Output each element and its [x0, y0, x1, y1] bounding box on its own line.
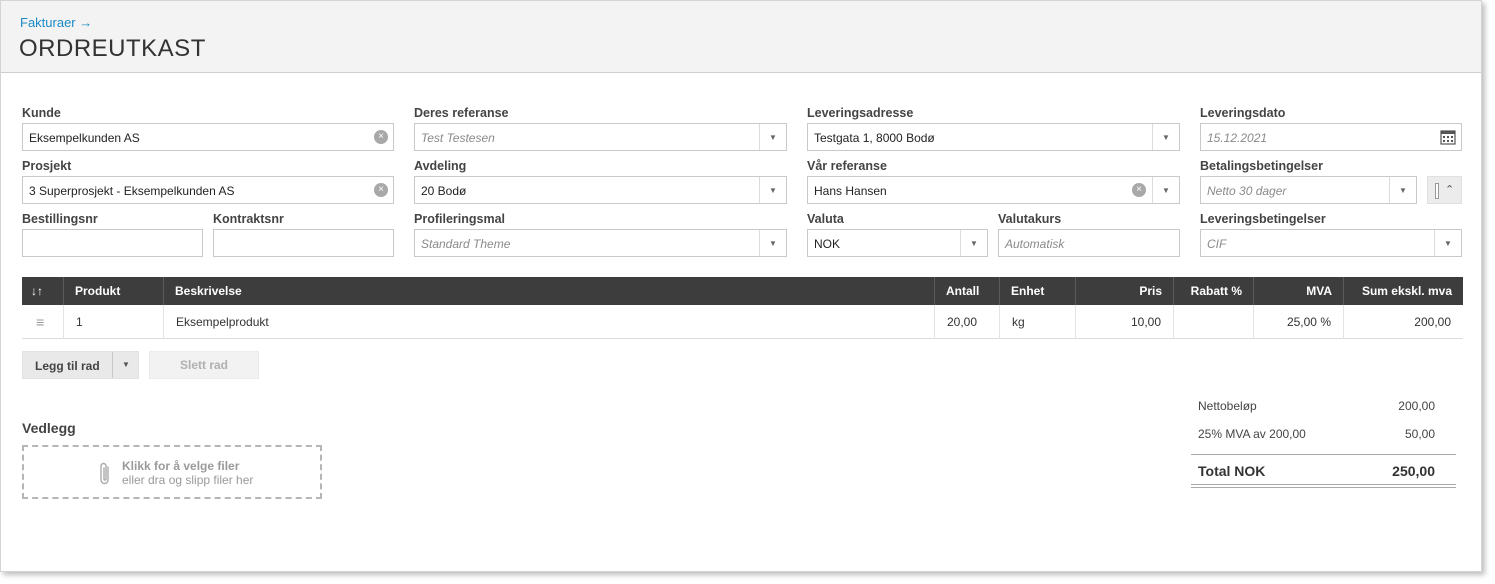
- leveringsbetingelser-select[interactable]: CIF ▼: [1200, 229, 1462, 257]
- column-header-pris[interactable]: Pris: [1075, 277, 1173, 305]
- divider: [1191, 454, 1456, 455]
- mva-value: 50,00: [1404, 427, 1435, 441]
- leveringsbetingelser-placeholder: CIF: [1207, 237, 1227, 251]
- leveringsadresse-value: Testgata 1, 8000 Bodø: [814, 131, 935, 145]
- file-dropzone[interactable]: Klikk for å velge filer eller dra og sli…: [22, 445, 322, 499]
- clear-icon[interactable]: ×: [374, 130, 388, 144]
- leveringsdato-placeholder: 15.12.2021: [1207, 131, 1268, 145]
- bestillingsnr-input[interactable]: [22, 229, 203, 257]
- valutakurs-placeholder: Automatisk: [1005, 237, 1065, 251]
- drag-handle-icon[interactable]: ≡: [22, 305, 63, 339]
- betalingsbetingelser-select[interactable]: Netto 30 dager ▼: [1200, 176, 1417, 204]
- divider: [1191, 487, 1456, 488]
- bestillingsnr-label: Bestillingsnr: [22, 212, 98, 226]
- cell-beskrivelse[interactable]: Eksempelprodukt: [163, 305, 934, 339]
- panel-icon: [1435, 183, 1439, 199]
- chevron-down-icon[interactable]: ▼: [1152, 177, 1179, 203]
- dropzone-primary-text: Klikk for å velge filer: [122, 459, 240, 473]
- total-label: Total NOK: [1198, 463, 1266, 479]
- order-draft-window: Fakturaer → ORDREUTKAST Kunde Deres refe…: [0, 0, 1482, 572]
- profileringsmal-label: Profileringsmal: [414, 212, 505, 226]
- mva-label: 25% MVA av 200,00: [1198, 427, 1306, 441]
- chevron-down-icon[interactable]: ▼: [759, 177, 786, 203]
- column-header-mva[interactable]: MVA: [1253, 277, 1343, 305]
- column-header-antall[interactable]: Antall: [934, 277, 999, 305]
- cell-pris[interactable]: 10,00: [1075, 305, 1173, 339]
- profileringsmal-select[interactable]: Standard Theme ▼: [414, 229, 787, 257]
- chevron-down-icon[interactable]: ▼: [1434, 230, 1461, 256]
- avdeling-value: 20 Bodø: [421, 184, 467, 198]
- chevron-down-icon[interactable]: ▼: [759, 230, 786, 256]
- valutakurs-label: Valutakurs: [998, 212, 1062, 226]
- total-value: 250,00: [1392, 463, 1435, 479]
- cell-antall[interactable]: 20,00: [934, 305, 999, 339]
- page-header: Fakturaer → ORDREUTKAST: [1, 1, 1481, 73]
- chevron-down-icon[interactable]: ▼: [759, 124, 786, 150]
- valuta-label: Valuta: [807, 212, 844, 226]
- deres-referanse-placeholder: Test Testesen: [421, 131, 495, 145]
- add-row-button[interactable]: Legg til rad ▼: [22, 351, 139, 379]
- valuta-value: NOK: [814, 237, 841, 251]
- collapse-toggle-button[interactable]: ⌃: [1427, 176, 1462, 204]
- cell-produkt[interactable]: 1: [63, 305, 163, 339]
- leveringsdato-field[interactable]: 15.12.2021: [1200, 123, 1462, 151]
- betalingsbetingelser-placeholder: Netto 30 dager: [1207, 184, 1287, 198]
- leveringsdato-label: Leveringsdato: [1200, 106, 1286, 120]
- dropzone-secondary-text: eller dra og slipp filer her: [122, 473, 254, 487]
- table-row[interactable]: ≡ 1 Eksempelprodukt 20,00 kg 10,00 25,00…: [22, 305, 1463, 339]
- var-referanse-select[interactable]: Hans Hansen × ▼: [807, 176, 1180, 204]
- var-referanse-label: Vår referanse: [807, 159, 887, 173]
- cell-sum: 200,00: [1343, 305, 1463, 339]
- divider: [1191, 484, 1456, 485]
- prosjekt-value: 3 Superprosjekt - Eksempelkunden AS: [29, 184, 235, 198]
- deres-referanse-label: Deres referanse: [414, 106, 509, 120]
- chevron-down-icon[interactable]: ▼: [1152, 124, 1179, 150]
- valuta-select[interactable]: NOK ▼: [807, 229, 988, 257]
- chevron-down-icon[interactable]: ▼: [960, 230, 987, 256]
- paperclip-icon: [100, 462, 109, 485]
- kunde-label: Kunde: [22, 106, 61, 120]
- attachments-title: Vedlegg: [22, 420, 76, 436]
- split-divider: [112, 352, 113, 378]
- clear-icon[interactable]: ×: [1132, 183, 1146, 197]
- column-header-produkt[interactable]: Produkt: [63, 277, 163, 305]
- kunde-field[interactable]: Eksempelkunden AS ×: [22, 123, 394, 151]
- chevron-down-icon[interactable]: ▼: [1389, 177, 1416, 203]
- cell-rabatt[interactable]: [1173, 305, 1253, 339]
- column-header-rabatt[interactable]: Rabatt %: [1173, 277, 1253, 305]
- avdeling-select[interactable]: 20 Bodø ▼: [414, 176, 787, 204]
- avdeling-label: Avdeling: [414, 159, 467, 173]
- prosjekt-field[interactable]: 3 Superprosjekt - Eksempelkunden AS ×: [22, 176, 394, 204]
- kontraktsnr-label: Kontraktsnr: [213, 212, 284, 226]
- add-row-label: Legg til rad: [35, 359, 100, 373]
- cell-mva[interactable]: 25,00 %: [1253, 305, 1343, 339]
- page-title: ORDREUTKAST: [19, 35, 206, 62]
- column-header-enhet[interactable]: Enhet: [999, 277, 1075, 305]
- column-header-beskrivelse[interactable]: Beskrivelse: [163, 277, 934, 305]
- breadcrumb-fakturaer[interactable]: Fakturaer →: [20, 15, 92, 30]
- leveringsadresse-select[interactable]: Testgata 1, 8000 Bodø ▼: [807, 123, 1180, 151]
- netto-value: 200,00: [1398, 399, 1435, 413]
- kontraktsnr-input[interactable]: [213, 229, 394, 257]
- deres-referanse-select[interactable]: Test Testesen ▼: [414, 123, 787, 151]
- column-header-sum[interactable]: Sum ekskl. mva: [1343, 277, 1463, 305]
- netto-label: Nettobeløp: [1198, 399, 1257, 413]
- leveringsadresse-label: Leveringsadresse: [807, 106, 914, 120]
- calendar-icon[interactable]: [1440, 129, 1456, 145]
- var-referanse-value: Hans Hansen: [814, 184, 887, 198]
- delete-row-button[interactable]: Slett rad: [149, 351, 259, 379]
- kunde-value: Eksempelkunden AS: [29, 131, 140, 145]
- leveringsbetingelser-label: Leveringsbetingelser: [1200, 212, 1326, 226]
- clear-icon[interactable]: ×: [374, 183, 388, 197]
- cell-enhet[interactable]: kg: [999, 305, 1075, 339]
- profileringsmal-placeholder: Standard Theme: [421, 237, 511, 251]
- valutakurs-input[interactable]: Automatisk: [998, 229, 1180, 257]
- betalingsbetingelser-label: Betalingsbetingelser: [1200, 159, 1323, 173]
- chevron-up-icon: ⌃: [1445, 184, 1455, 196]
- prosjekt-label: Prosjekt: [22, 159, 72, 173]
- sort-toggle[interactable]: ↓↑: [22, 277, 63, 305]
- table-header: ↓↑ Produkt Beskrivelse Antall Enhet Pris…: [22, 277, 1463, 305]
- chevron-down-icon[interactable]: ▼: [122, 360, 130, 369]
